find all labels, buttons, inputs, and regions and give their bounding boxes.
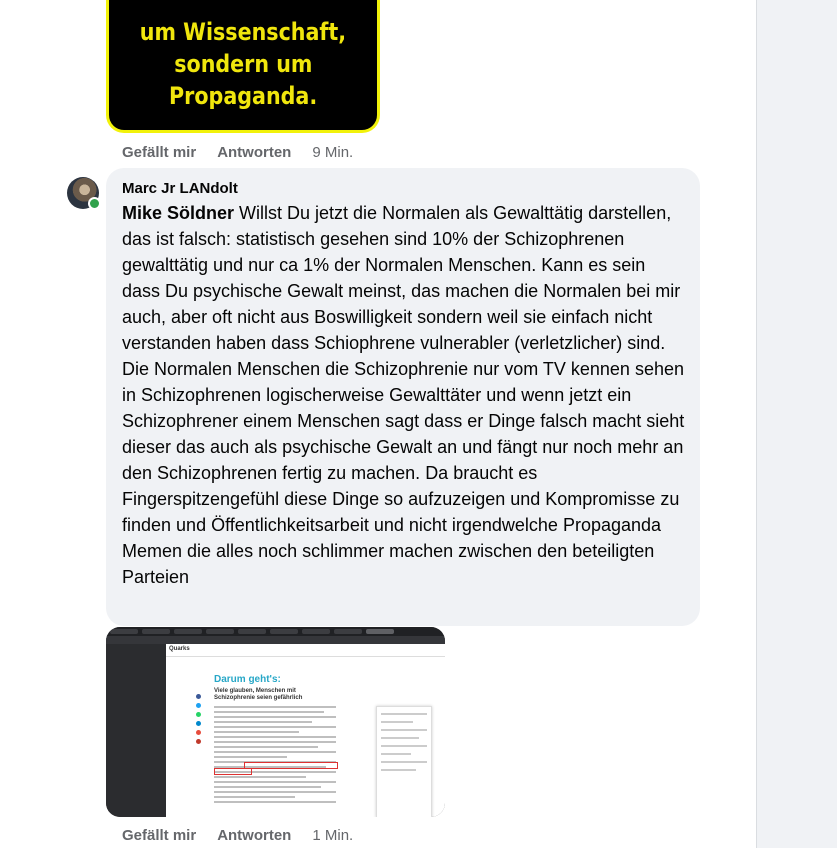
highlight-box: [214, 768, 252, 775]
article-summary-box: [376, 706, 432, 817]
article-body-lines: [214, 706, 336, 806]
meme-image[interactable]: um Wissenschaft, sondern um Propaganda.: [106, 0, 380, 133]
like-button[interactable]: Gefällt mir: [122, 827, 196, 844]
reply-button[interactable]: Antworten: [217, 144, 291, 161]
comment-actions: Gefällt mir Antworten 1 Min.: [122, 827, 353, 844]
comment-timestamp[interactable]: 1 Min.: [312, 827, 353, 844]
comment-bubble: Marc Jr LANdolt Mike Söldner Willst Du j…: [106, 168, 700, 626]
comment-author[interactable]: Marc Jr LANdolt: [122, 180, 688, 198]
meme-text-line: um Wissenschaft,: [139, 18, 347, 46]
screenshot-webpage: Quarks Darum geht's: Viele glauben, Mens…: [166, 644, 445, 817]
comment-body: Willst Du jetzt die Normalen als Gewaltt…: [122, 203, 685, 587]
like-button[interactable]: Gefällt mir: [122, 144, 196, 161]
comment-timestamp[interactable]: 9 Min.: [312, 144, 353, 161]
avatar[interactable]: [67, 177, 101, 210]
meme-text-line: Propaganda.: [168, 82, 318, 110]
article-heading: Darum geht's:: [214, 674, 281, 685]
screenshot-margin: [106, 644, 166, 817]
mention-link[interactable]: Mike Söldner: [122, 203, 234, 223]
share-icons: [196, 694, 201, 748]
attached-screenshot-image[interactable]: Quarks Darum geht's: Viele glauben, Mens…: [106, 627, 445, 817]
site-header: Quarks: [166, 644, 445, 657]
comment-text: Mike Söldner Willst Du jetzt die Normale…: [122, 200, 688, 590]
meme-text-line: sondern um: [173, 50, 313, 78]
article-subheading: Viele glauben, Menschen mit Schizophreni…: [214, 688, 303, 701]
browser-address-bar: [106, 636, 445, 644]
comment-actions: Gefällt mir Antworten 9 Min.: [122, 144, 353, 161]
reply-button[interactable]: Antworten: [217, 827, 291, 844]
online-status-icon: [88, 197, 101, 210]
browser-tabbar: [106, 627, 445, 636]
right-sidebar-panel: [756, 0, 837, 848]
highlight-box: [244, 762, 338, 769]
site-logo: Quarks: [169, 646, 190, 652]
